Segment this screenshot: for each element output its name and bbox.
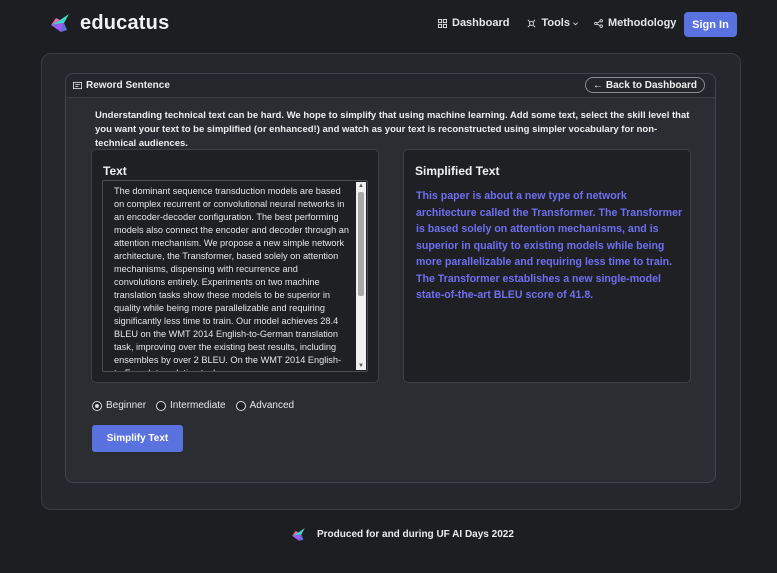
simplify-text-button[interactable]: Simplify Text (92, 425, 183, 452)
text-box-icon (73, 81, 82, 90)
logo-icon (292, 528, 305, 541)
output-panel-label: Simplified Text (415, 164, 500, 178)
input-panel: Text The dominant sequence transduction … (91, 149, 379, 383)
top-nav: educatus Dashboard Tools Methodology Sig… (0, 0, 777, 48)
radio-beginner[interactable]: Beginner (92, 400, 146, 411)
radio-intermediate-dot[interactable] (156, 400, 167, 411)
simplified-text: This paper is about a new type of networ… (416, 190, 683, 301)
footer: Produced for and during UF AI Days 2022 (290, 526, 514, 543)
scroll-up-icon[interactable]: ▲ (356, 182, 366, 190)
scrollbar-thumb[interactable] (358, 192, 364, 296)
radio-intermediate[interactable]: Intermediate (156, 400, 226, 411)
arrow-left-icon: ← (592, 79, 603, 91)
skill-level-options: Beginner Intermediate Advanced (92, 400, 304, 411)
nav-dashboard-label: Dashboard (452, 17, 510, 29)
footer-text: Produced for and during UF AI Days 2022 (317, 529, 514, 540)
nav-tools-label: Tools (541, 17, 570, 29)
input-panel-label: Text (103, 164, 127, 178)
brand[interactable]: educatus (48, 11, 169, 35)
logo-icon (51, 14, 69, 32)
text-input-scrollbar[interactable]: ▲ ▼ (356, 182, 366, 370)
text-input-value: The dominant sequence transduction model… (114, 186, 349, 371)
text-input[interactable]: The dominant sequence transduction model… (102, 180, 368, 372)
nav-tools-dropdown[interactable]: Tools (527, 17, 579, 29)
card-header: Reword Sentence ← Back to Dashboard (66, 74, 715, 98)
back-to-dashboard-button[interactable]: ← Back to Dashboard (584, 77, 705, 93)
radio-advanced[interactable]: Advanced (235, 400, 295, 411)
output-panel: Simplified Text This paper is about a ne… (403, 149, 691, 383)
card-title: Reword Sentence (73, 80, 170, 91)
nav-dashboard[interactable]: Dashboard (438, 17, 509, 29)
brand-name: educatus (80, 11, 170, 34)
scroll-down-icon[interactable]: ▼ (356, 362, 366, 370)
radio-intermediate-label: Intermediate (170, 400, 226, 411)
radio-beginner-label: Beginner (106, 400, 147, 411)
chevron-down-icon (572, 21, 578, 25)
nav-methodology-label: Methodology (607, 17, 677, 29)
radio-advanced-label: Advanced (249, 400, 295, 411)
share-nodes-icon (594, 18, 603, 28)
nav-links: Dashboard Tools Methodology (438, 17, 676, 29)
intro-text: Understanding technical text can be hard… (95, 110, 690, 149)
tools-icon (528, 19, 536, 27)
card-title-label: Reword Sentence (86, 80, 170, 91)
dashboard-icon (438, 18, 447, 28)
radio-advanced-dot[interactable] (235, 400, 246, 411)
sign-in-button[interactable]: Sign In (684, 12, 737, 37)
back-label: Back to Dashboard (605, 79, 697, 91)
nav-methodology[interactable]: Methodology (594, 17, 676, 29)
radio-beginner-dot[interactable] (92, 400, 102, 411)
